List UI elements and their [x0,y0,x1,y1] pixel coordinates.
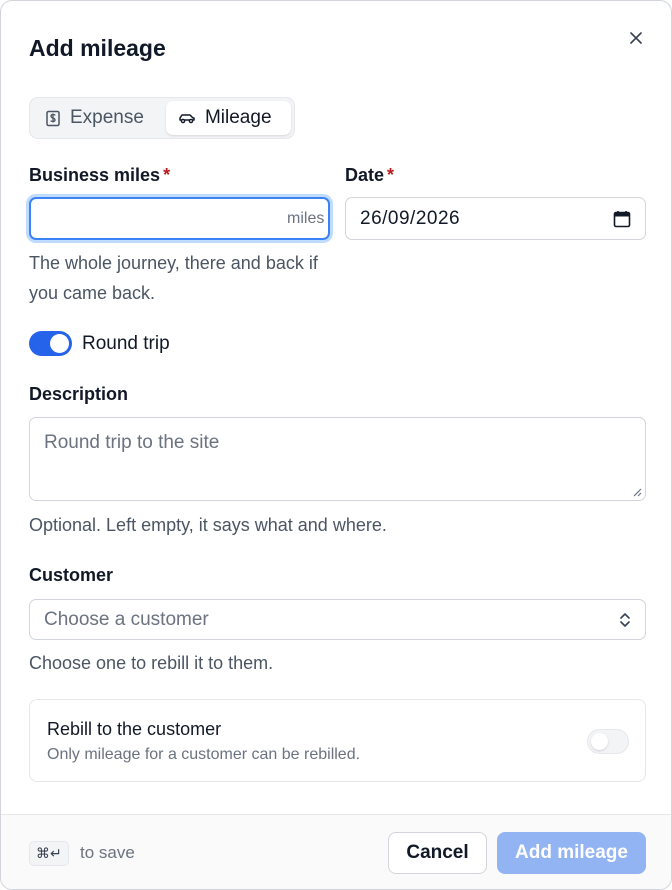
rebill-card: Rebill to the customer Only mileage for … [29,699,646,782]
add-mileage-button[interactable]: Add mileage [497,832,646,874]
chevron-up-down-icon [620,612,630,627]
tab-expense-label: Expense [70,107,144,128]
business-miles-label: Business miles * [29,165,170,186]
rebill-description: Only mileage for a customer can be rebil… [47,746,361,763]
type-tabs: Expense Mileage [29,97,295,139]
shortcut-hint: to save [80,843,135,862]
description-textarea[interactable] [30,418,645,500]
description-hint: Optional. Left empty, it says what and w… [29,515,387,535]
date-input[interactable]: 26/09/2026 [345,197,646,240]
miles-suffix: miles [287,209,325,227]
round-trip-toggle[interactable] [29,331,72,356]
tab-mileage-label: Mileage [204,107,272,128]
required-mark: * [163,165,171,185]
customer-hint: Choose one to rebill it to them. [29,653,274,673]
round-trip-label: Round trip [82,332,170,354]
business-miles-label-text: Business miles [29,165,161,185]
customer-select[interactable]: Choose a customer [29,599,646,640]
description-field [29,417,646,501]
tab-expense[interactable]: Expense [33,101,164,135]
keyboard-shortcut: ⌘↵ [29,841,69,866]
business-miles-field: miles [29,197,330,240]
toggle-knob [591,733,608,750]
description-label: Description [29,384,129,404]
dialog-title: Add mileage [29,35,166,61]
resize-handle-icon[interactable] [632,487,642,497]
date-label-text: Date [345,165,385,185]
dialog-footer: ⌘↵ to save Cancel Add mileage [1,814,671,889]
business-miles-hint: The whole journey, there and back if you… [29,253,318,303]
calendar-icon[interactable] [613,210,631,228]
toggle-knob [50,334,69,353]
customer-label: Customer [29,565,114,585]
tab-mileage[interactable]: Mileage [165,101,291,135]
rebill-title: Rebill to the customer [47,719,222,739]
close-button[interactable] [623,25,649,51]
rebill-toggle[interactable] [587,729,629,754]
required-mark: * [387,165,395,185]
business-miles-input[interactable] [31,199,287,238]
cancel-button[interactable]: Cancel [388,832,487,874]
customer-placeholder: Choose a customer [44,608,209,630]
add-mileage-dialog: Add mileage Expense Mileage Business mil… [0,0,672,890]
dollar-receipt-icon [46,110,60,126]
round-trip-row: Round trip [29,331,170,356]
date-label: Date * [345,165,394,186]
close-icon [630,32,642,44]
car-icon [179,114,195,124]
date-value: 26/09/2026 [360,207,461,229]
